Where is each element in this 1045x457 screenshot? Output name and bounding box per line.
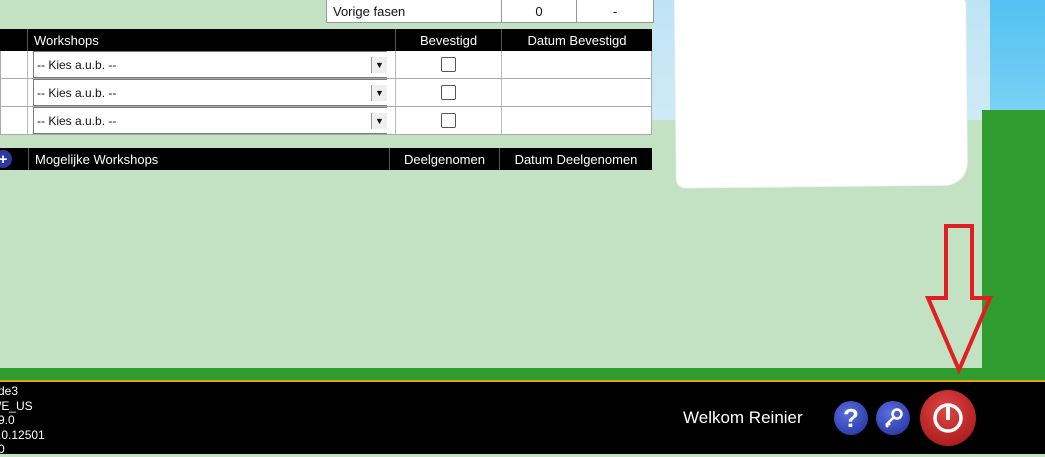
previous-phases-count: 0 [502, 0, 577, 22]
version-line: 0 [0, 442, 5, 456]
dropdown-arrow-icon[interactable]: ▼ [371, 56, 387, 73]
workshop-select-value: -- Kies a.u.b. -- [37, 85, 117, 100]
workshop-select-value: -- Kies a.u.b. -- [37, 57, 117, 72]
plus-icon[interactable]: + [0, 150, 12, 168]
version-line: /E_US [0, 398, 33, 413]
workshops-table: Workshops Bevestigd Datum Bevestigd -- K… [0, 29, 652, 135]
background-paper [675, 0, 967, 188]
confirmed-cell [396, 51, 502, 78]
confirmed-cell [396, 79, 502, 106]
confirmed-cell [396, 107, 502, 134]
header-spacer [0, 29, 28, 51]
previous-phases-label: Vorige fasen [327, 0, 502, 22]
power-icon [933, 403, 963, 433]
confirmed-date-cell [502, 51, 651, 78]
possible-workshops-header: + Mogelijke Workshops Deelgenomen Datum … [0, 148, 652, 170]
confirmed-checkbox[interactable] [441, 57, 456, 72]
annotation-arrow-icon [924, 224, 994, 374]
workshop-row: -- Kies a.u.b. -- ▼ [0, 51, 652, 79]
welcome-text: Welkom Reinier [683, 408, 803, 427]
workshop-select[interactable]: -- Kies a.u.b. -- ▼ [33, 79, 387, 106]
workshop-row: -- Kies a.u.b. -- ▼ [0, 107, 652, 135]
version-line: .0.12501 [0, 427, 45, 442]
possible-workshops-table: + Mogelijke Workshops Deelgenomen Datum … [0, 148, 652, 170]
workshop-select[interactable]: -- Kies a.u.b. -- ▼ [33, 107, 387, 134]
workshop-select-value: -- Kies a.u.b. -- [37, 113, 117, 128]
version-line: de3 [0, 384, 19, 398]
confirmed-checkbox[interactable] [441, 85, 456, 100]
previous-phases-date: - [612, 3, 618, 19]
header-participated: Deelgenomen [390, 148, 500, 170]
confirmed-date-cell [502, 107, 651, 134]
add-cell: + [0, 148, 28, 170]
key-icon [885, 408, 903, 428]
background-green-bottom [0, 368, 1045, 380]
header-workshops: Workshops [28, 29, 396, 51]
row-spacer [1, 51, 28, 78]
header-confirmed-date: Datum Bevestigd [527, 32, 627, 48]
question-icon: ? [843, 402, 859, 433]
dropdown-arrow-icon[interactable]: ▼ [371, 84, 387, 101]
confirmed-date-cell [502, 79, 651, 106]
workshop-cell: -- Kies a.u.b. -- ▼ [28, 107, 396, 134]
previous-phases-row: Vorige fasen 0 - [326, 0, 654, 23]
logout-button[interactable] [920, 390, 976, 446]
header-participated-date: Datum Deelgenomen [514, 151, 638, 167]
header-possible-workshops: Mogelijke Workshops [28, 148, 390, 170]
workshop-select[interactable]: -- Kies a.u.b. -- ▼ [33, 51, 387, 78]
header-confirmed: Bevestigd [396, 29, 502, 51]
workshop-cell: -- Kies a.u.b. -- ▼ [28, 51, 396, 78]
workshop-row: -- Kies a.u.b. -- ▼ [0, 79, 652, 107]
help-button[interactable]: ? [834, 401, 868, 435]
dropdown-arrow-icon[interactable]: ▼ [371, 112, 387, 129]
workshop-cell: -- Kies a.u.b. -- ▼ [28, 79, 396, 106]
footer-bar: de3 /E_US 9.0 .0.12501 0 Welkom Reinier … [0, 380, 1045, 457]
confirmed-checkbox[interactable] [441, 113, 456, 128]
row-spacer [1, 79, 28, 106]
version-info: de3 /E_US 9.0 .0.12501 0 [0, 384, 45, 457]
version-line: 9.0 [0, 413, 15, 427]
key-button[interactable] [876, 401, 910, 435]
row-spacer [1, 107, 28, 134]
workshops-header: Workshops Bevestigd Datum Bevestigd [0, 29, 652, 51]
background-sky-right [990, 0, 1045, 110]
